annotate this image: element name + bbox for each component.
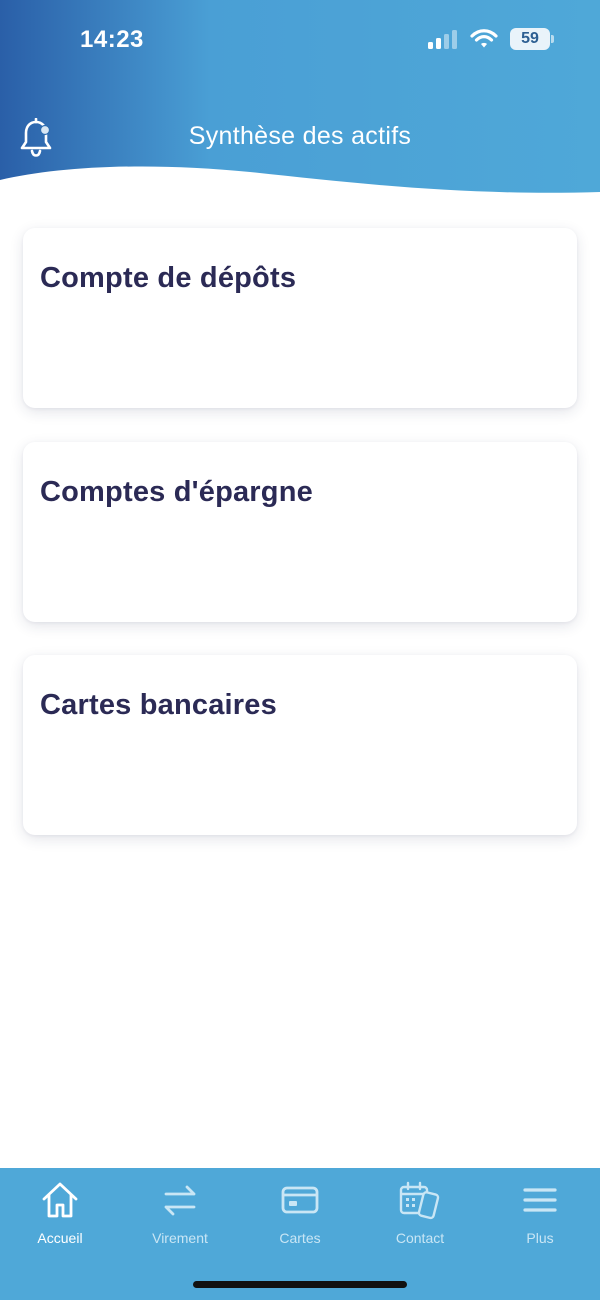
status-icons: 59 [428,28,554,50]
status-time: 14:23 [80,26,144,53]
card-cartes-bancaires[interactable]: Cartes bancaires [23,655,577,835]
nav-item-plus[interactable]: Plus [480,1180,600,1250]
wifi-icon [470,29,498,48]
nav-item-cartes[interactable]: Cartes [240,1180,360,1250]
nav-label: Accueil [37,1230,83,1246]
nav-item-virement[interactable]: Virement [120,1180,240,1250]
card-comptes-epargne[interactable]: Comptes d'épargne [23,442,577,622]
cellular-signal-icon [428,30,457,49]
card-icon [281,1186,319,1214]
transfer-arrows-icon [164,1185,196,1216]
page-title: Synthèse des actifs [188,122,412,150]
card-compte-depots[interactable]: Compte de dépôts [23,228,577,408]
home-indicator[interactable] [193,1281,407,1288]
nav-label: Virement [152,1230,208,1246]
nav-label: Contact [395,1230,445,1246]
card-title: Cartes bancaires [40,689,277,721]
battery-level: 59 [521,30,539,47]
nav-label: Plus [526,1230,554,1246]
nav-item-contact[interactable]: Contact [360,1180,480,1250]
card-title: Comptes d'épargne [40,476,313,508]
menu-icon [523,1188,557,1212]
nav-label: Cartes [279,1230,321,1246]
card-title: Compte de dépôts [40,262,297,294]
nav-item-accueil[interactable]: Accueil [0,1180,120,1250]
home-icon [42,1182,78,1218]
battery-indicator: 59 [510,28,554,50]
calendar-phone-icon [399,1181,440,1220]
screen: 14:23 59 Synthèse des actifs Compte de d… [0,0,600,1300]
header: 14:23 59 Synthèse des actifs [0,0,600,200]
